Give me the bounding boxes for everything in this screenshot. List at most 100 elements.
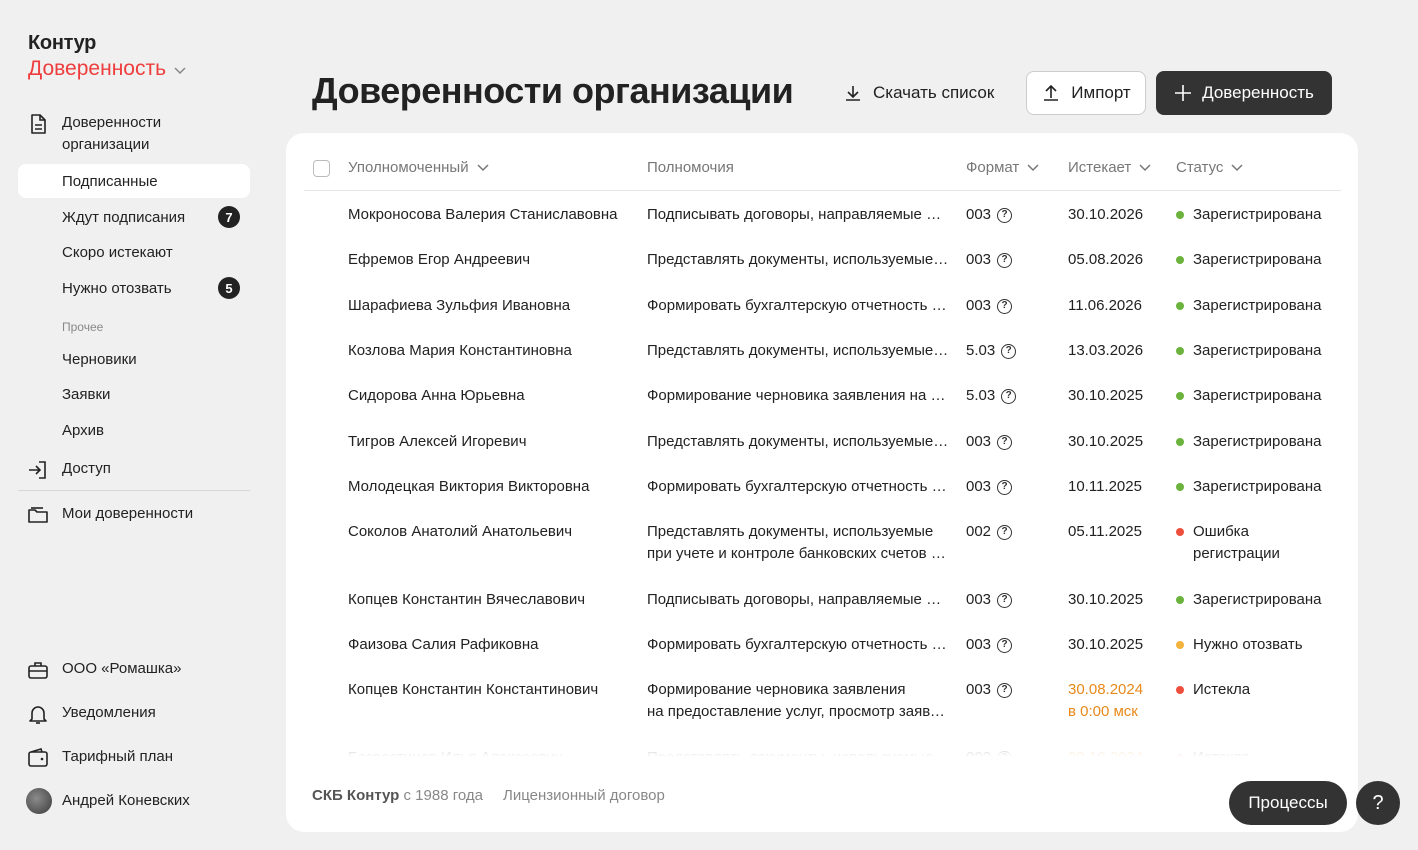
expires-cell: 10.11.2025: [1068, 476, 1142, 498]
powers-cell: Подписывать договоры, направляемые в адр…: [647, 204, 949, 226]
question-icon[interactable]: ?: [1001, 343, 1017, 359]
sidebar-item-notifications[interactable]: Уведомления: [18, 702, 250, 726]
page-title: Доверенности организации: [312, 70, 794, 111]
expires-cell: 05.11.2025: [1068, 521, 1142, 543]
section-caption-other: Прочее: [62, 320, 104, 334]
upload-icon: [1044, 84, 1059, 101]
status-line: Истекла: [1193, 681, 1251, 698]
sidebar-item-label: Тарифный план: [62, 748, 174, 765]
question-icon[interactable]: ?: [997, 682, 1013, 698]
sidebar-item-awaiting-signature[interactable]: Ждут подписания 7: [18, 200, 250, 234]
question-icon[interactable]: ?: [997, 524, 1013, 540]
question-icon[interactable]: ?: [997, 298, 1013, 314]
expires-line: 30.10.2026: [1068, 206, 1144, 223]
powers-line: Формирование черновика заявления: [647, 681, 906, 698]
expires-line: 30.10.2025: [1068, 387, 1144, 404]
login-icon: [29, 461, 46, 479]
expires-cell: 30.10.2026: [1068, 204, 1143, 226]
sidebar-item-user[interactable]: Андрей Коневских: [18, 788, 250, 814]
powers-cell: Представлять документы, используемые при…: [647, 431, 949, 453]
format-cell: 003?: [966, 295, 1013, 317]
sidebar-item-signed[interactable]: Подписанные: [18, 164, 250, 198]
help-button[interactable]: ?: [1356, 781, 1400, 825]
question-icon[interactable]: ?: [997, 434, 1013, 450]
status-dot: [1176, 641, 1184, 649]
processes-button[interactable]: Процессы: [1229, 781, 1347, 825]
column-header-powers: Полномочия: [647, 159, 734, 176]
company-name: СКБ Контур: [312, 787, 400, 804]
sidebar-item-archive[interactable]: Архив: [18, 413, 250, 447]
sidebar-item-label: Подписанные: [62, 172, 158, 190]
column-header-authorized[interactable]: Уполномоченный: [348, 159, 489, 176]
sidebar-item-requests[interactable]: Заявки: [18, 377, 250, 411]
authorized-person: Козлова Мария Константиновна: [348, 342, 572, 359]
authorized-person: Фаизова Салия Рафиковна: [348, 636, 539, 653]
format-value: 5.03: [966, 342, 996, 359]
status-cell: Истекла: [1176, 679, 1336, 701]
status-line: Зарегистрирована: [1193, 591, 1322, 608]
question-icon[interactable]: ?: [997, 592, 1013, 608]
sidebar-item-need-revoke[interactable]: Нужно отозвать 5: [18, 271, 250, 305]
sidebar-item-expiring-soon[interactable]: Скоро истекают: [18, 235, 250, 269]
expires-line: 30.08.2024: [1068, 681, 1144, 698]
authorized-person: Мокроносова Валерия Станиславовна: [348, 206, 618, 223]
import-label: Импорт: [1071, 83, 1131, 102]
column-label: Полномочия: [647, 159, 734, 176]
authorized-person: Шарафиева Зульфия Ивановна: [348, 297, 571, 314]
authorized-person: Тигров Алексей Игоревич: [348, 433, 527, 450]
powers-line: Подписывать договоры, направляемые в адр…: [647, 206, 949, 223]
sidebar-item-organization[interactable]: ООО «Ромашка»: [18, 658, 250, 682]
powers-line: Формировать бухгалтерскую отчетность орг…: [647, 478, 949, 495]
sidebar-item-org-poa[interactable]: Доверенности организации: [18, 112, 250, 156]
powers-cell: Формировать бухгалтерскую отчетность орг…: [647, 634, 949, 656]
question-icon[interactable]: ?: [1001, 388, 1017, 404]
column-header-expires[interactable]: Истекает: [1068, 159, 1151, 176]
format-cell: 003?: [966, 476, 1013, 498]
question-icon[interactable]: ?: [997, 252, 1013, 268]
scroll-fade: [304, 717, 1341, 757]
sidebar-item-label: Доверенности организации: [62, 114, 162, 153]
powers-cell: Подписывать договоры, направляемые в адр…: [647, 589, 949, 611]
expires-line: 30.10.2025: [1068, 636, 1144, 653]
question-icon[interactable]: ?: [997, 479, 1013, 495]
powers-line: Формировать бухгалтерскую отчетность орг…: [647, 297, 949, 314]
expires-line: 13.03.2026: [1068, 342, 1144, 359]
question-icon[interactable]: ?: [997, 207, 1013, 223]
question-icon[interactable]: ?: [997, 637, 1013, 653]
brand[interactable]: Контур Доверенность: [28, 32, 186, 81]
expires-line: 05.11.2025: [1068, 523, 1142, 540]
status-line: Нужно отозвать: [1193, 636, 1303, 653]
table-header: Уполномоченный Полномочия Формат Истекае…: [304, 147, 1341, 191]
sidebar-item-drafts[interactable]: Черновики: [18, 342, 250, 376]
status-line: Зарегистрирована: [1193, 297, 1322, 314]
select-all-checkbox[interactable]: [313, 160, 330, 177]
product-switcher[interactable]: Доверенность: [28, 57, 186, 81]
expires-cell: 05.08.2026: [1068, 249, 1143, 271]
sidebar-item-my-poa[interactable]: Мои доверенности: [18, 503, 250, 527]
format-value: 003: [966, 297, 992, 314]
format-cell: 003?: [966, 589, 1013, 611]
format-cell: 003?: [966, 679, 1013, 701]
status-cell: Зарегистрирована: [1176, 589, 1336, 611]
import-button[interactable]: Импорт: [1026, 71, 1146, 115]
column-header-status[interactable]: Статус: [1176, 159, 1243, 176]
license-link[interactable]: Лицензионный договор: [503, 787, 665, 804]
sidebar-item-access[interactable]: Доступ: [18, 458, 250, 482]
format-value: 003: [966, 591, 992, 608]
authorized-person: Соколов Анатолий Анатольевич: [348, 523, 573, 540]
download-list-button[interactable]: Скачать список: [843, 71, 994, 115]
avatar: [26, 788, 52, 814]
status-cell: Ошибка регистрации: [1176, 521, 1336, 565]
sidebar-item-label: ООО «Ромашка»: [62, 660, 182, 677]
sidebar-item-tariff[interactable]: Тарифный план: [18, 746, 250, 770]
authorized-person: Ефремов Егор Андреевич: [348, 251, 531, 268]
sidebar-item-label: Скоро истекают: [62, 243, 173, 261]
create-poa-button[interactable]: Доверенность: [1156, 71, 1332, 115]
status-dot: [1176, 347, 1184, 355]
powers-cell: Формировать бухгалтерскую отчетность орг…: [647, 295, 949, 317]
column-header-format[interactable]: Формат: [966, 159, 1039, 176]
plus-icon: [1175, 85, 1192, 101]
status-text: Зарегистрирована: [1193, 249, 1321, 271]
status-text: Зарегистрирована: [1193, 385, 1321, 407]
expires-line: 10.11.2025: [1068, 478, 1142, 495]
